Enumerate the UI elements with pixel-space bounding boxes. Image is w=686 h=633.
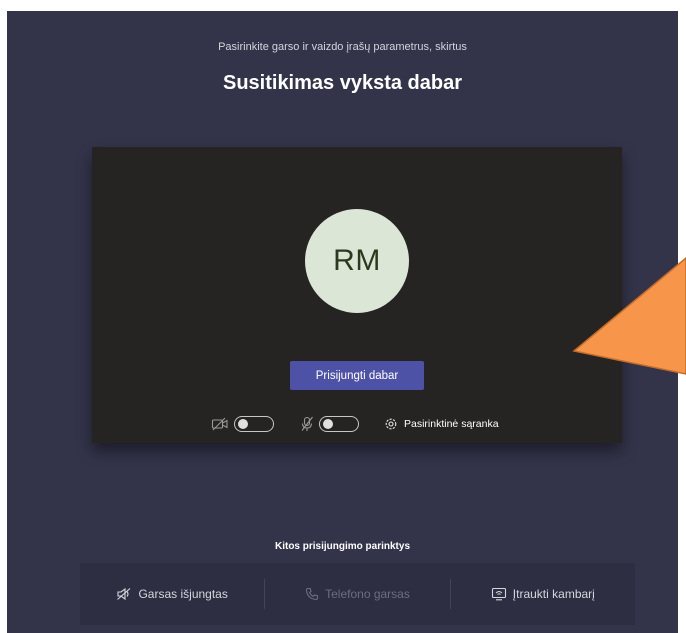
phone-audio-option[interactable]: Telefono garsas [265, 563, 449, 625]
annotation-arrow [572, 257, 686, 375]
add-room-option[interactable]: Įtraukti kambarį [451, 563, 635, 625]
mic-control [300, 413, 359, 435]
audio-off-label: Garsas išjungtas [138, 587, 228, 601]
custom-setup-label: Pasirinktinė sąranka [404, 418, 499, 430]
mic-toggle[interactable] [319, 416, 359, 432]
video-control [211, 413, 274, 435]
audio-off-option[interactable]: Garsas išjungtas [80, 563, 264, 625]
join-options-bar: Garsas išjungtas Telefono garsas Įtraukt… [80, 563, 635, 625]
join-now-button[interactable]: Prisijungti dabar [290, 361, 424, 390]
video-preview: RM Prisijungti dabar Pasirinktinė sąrank… [92, 147, 622, 443]
meeting-title: Susitikimas vyksta dabar [222, 72, 462, 94]
avatar: RM [305, 209, 409, 313]
room-icon [491, 587, 507, 601]
camera-off-icon [211, 417, 229, 431]
custom-setup-button[interactable]: Pasirinktinė sąranka [384, 413, 499, 435]
gear-icon [384, 417, 398, 431]
video-toggle[interactable] [234, 416, 274, 432]
mic-off-icon [300, 416, 314, 432]
add-room-label: Įtraukti kambarį [512, 587, 595, 601]
phone-icon [305, 587, 319, 601]
avatar-initials: RM [333, 244, 381, 277]
phone-audio-label: Telefono garsas [325, 587, 410, 601]
video-toggle-knob [238, 419, 248, 429]
annotation-arrow-shape [572, 257, 686, 375]
mic-toggle-knob [323, 419, 333, 429]
pre-join-subtitle: Pasirinkite garso ir vaizdo įrašų parame… [218, 41, 467, 53]
other-join-options-title: Kitos prisijungimo parinktys [274, 541, 411, 552]
speaker-off-icon [116, 587, 132, 601]
